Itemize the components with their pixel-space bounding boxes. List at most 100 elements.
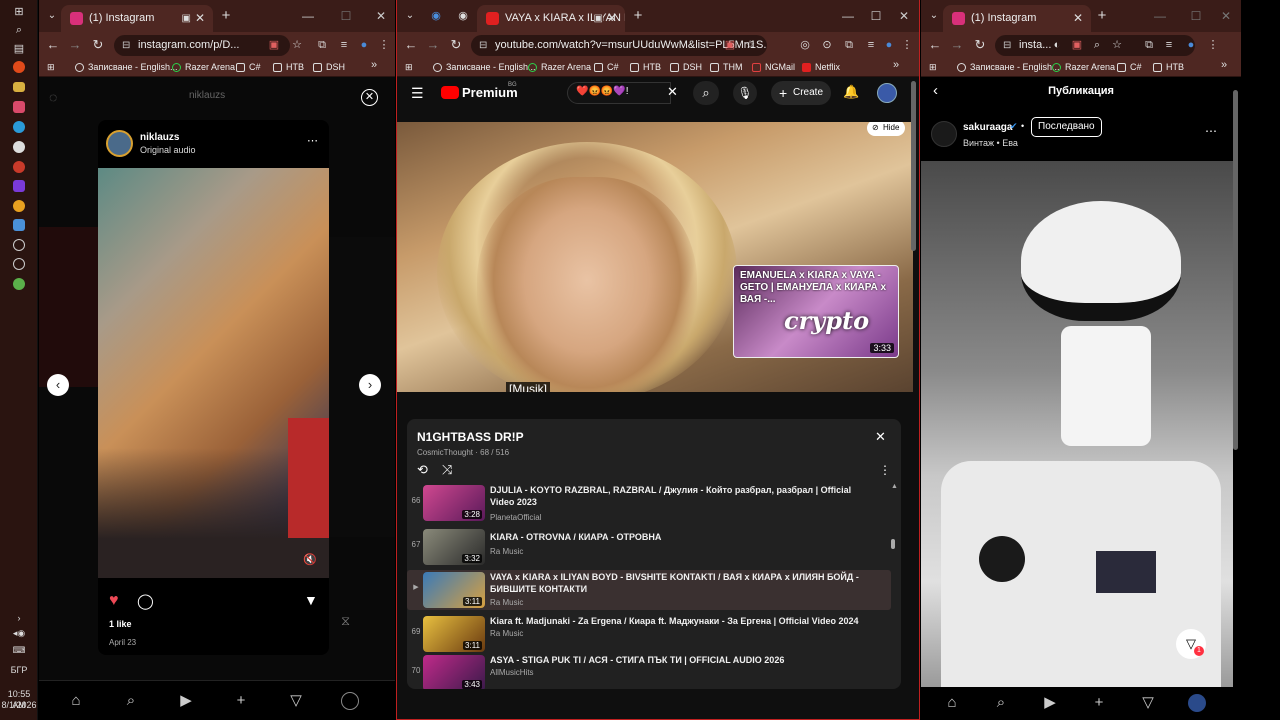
bookmark-star-icon[interactable]: ☆ — [742, 37, 758, 53]
search-icon[interactable]: ⌕ — [11, 22, 27, 38]
close-modal-icon[interactable]: ✕ — [361, 89, 378, 106]
maximize-button[interactable]: ☐ — [329, 0, 363, 32]
microphone-icon[interactable]: 🎙 — [733, 81, 757, 105]
search-icon[interactable]: ⌕ — [122, 692, 140, 710]
profile-icon[interactable]: ● — [356, 37, 372, 53]
playlist-item[interactable]: 70 3:43 ASYA - STIGA PUK TI / АСЯ - СТИГ… — [407, 653, 891, 689]
playlist-item[interactable]: 69 3:11 Kiara ft. Madjunaki - Za Ergena … — [407, 614, 891, 654]
page-scrollbar[interactable] — [911, 81, 916, 251]
scroll-up-icon[interactable]: ▲ — [891, 483, 898, 490]
avatar[interactable] — [106, 130, 133, 157]
chevron-up-icon[interactable]: › — [0, 613, 38, 624]
media-controls-icon[interactable]: ≡ — [336, 37, 352, 53]
pinned-tab-icon[interactable]: ◉ — [427, 8, 445, 26]
clock-date[interactable]: 8/1/2026 — [0, 700, 38, 711]
bookmark-folder[interactable]: C# — [1117, 59, 1142, 76]
close-window-button[interactable]: ✕ — [364, 0, 395, 32]
close-tab-icon[interactable]: ✕ — [1073, 5, 1083, 32]
playlist-item-current[interactable]: ▶ 3:11 VAYA x KIARA x ILIYAN BOYD - BIVS… — [407, 570, 891, 610]
post-audio[interactable]: Винтаж • Ева — [963, 138, 1018, 148]
search-button[interactable]: ⌕ — [693, 81, 719, 105]
avatar[interactable] — [877, 83, 897, 103]
tab-search-icon[interactable]: ⌄ — [925, 8, 943, 26]
search-input[interactable]: ❤️😡😡💜! — [567, 82, 671, 104]
tab-search-icon[interactable]: ⌄ — [43, 8, 61, 26]
comment-icon[interactable]: ◯ — [137, 592, 154, 610]
zoom-icon[interactable]: ⌕ — [1089, 37, 1105, 53]
mute-icon[interactable]: 🔇 — [303, 553, 317, 566]
reel-video[interactable]: 🔇 — [98, 168, 329, 578]
bookmark-star-icon[interactable]: ☆ — [289, 37, 305, 53]
profile-icon[interactable] — [341, 692, 359, 710]
extension-icon[interactable]: ◎ — [797, 37, 813, 53]
clear-search-icon[interactable]: ✕ — [667, 84, 678, 100]
home-icon[interactable]: ⌂ — [67, 692, 85, 710]
save-icon[interactable]: ▼ — [304, 592, 318, 608]
new-tab-button[interactable]: + — [217, 8, 235, 26]
language-indicator[interactable]: БГР — [0, 665, 38, 676]
create-button[interactable]: + Create — [771, 81, 831, 105]
more-options-icon[interactable]: ⋮ — [879, 463, 891, 477]
search-icon[interactable]: ⌕ — [992, 694, 1010, 712]
close-window-button[interactable]: ✕ — [887, 0, 919, 32]
media-icon[interactable]: ▣ — [593, 5, 603, 32]
avatar[interactable] — [931, 121, 957, 147]
chrome-active-icon[interactable] — [13, 278, 25, 290]
messages-icon[interactable]: ▽ — [1139, 694, 1157, 712]
hamburger-menu-icon[interactable]: ☰ — [411, 85, 424, 102]
like-icon[interactable]: ♥ — [109, 592, 119, 610]
address-bar[interactable]: ⊟ instagram.com/p/D... — [114, 35, 290, 56]
bookmark-item[interactable]: Записване - English... — [433, 59, 536, 76]
close-window-button[interactable]: ✕ — [1209, 0, 1241, 32]
playlist-title[interactable]: N1GHTBASS DR!P — [417, 430, 524, 444]
page-scrollbar[interactable] — [1233, 90, 1238, 450]
clock-icon[interactable] — [13, 258, 25, 270]
extension-icon-2[interactable]: ⊙ — [819, 37, 835, 53]
back-button[interactable]: ← — [45, 37, 61, 53]
forward-button[interactable]: → — [425, 37, 441, 53]
menu-icon[interactable]: ⋮ — [899, 37, 915, 53]
site-info-icon[interactable]: ⊟ — [1003, 35, 1011, 56]
loop-icon[interactable]: ⟲ — [417, 462, 428, 478]
minimize-button[interactable]: — — [291, 0, 325, 32]
likes-count[interactable]: 1 like — [109, 619, 132, 629]
home-icon[interactable]: ⌂ — [943, 694, 961, 712]
file-explorer-icon[interactable] — [13, 82, 25, 92]
keyboard-icon[interactable]: ⌨ — [0, 645, 38, 656]
apps-icon[interactable]: ⊞ — [405, 59, 413, 76]
media-controls-icon[interactable]: ≡ — [1161, 37, 1177, 53]
chrome-canary-icon[interactable] — [13, 200, 25, 212]
apps-icon[interactable]: ⊞ — [929, 59, 937, 76]
post-image[interactable]: ▽ 1 — [921, 161, 1233, 687]
bookmark-star-icon[interactable]: ☆ — [1109, 37, 1125, 53]
next-post-button[interactable]: › — [359, 374, 381, 396]
bookmark-folder[interactable]: HTB — [1153, 59, 1184, 76]
scrollbar-thumb[interactable] — [891, 539, 895, 549]
maximize-button[interactable]: ☐ — [1179, 0, 1213, 32]
direct-message-icon[interactable]: ⧖ — [341, 613, 350, 629]
youtube-logo-icon[interactable] — [441, 86, 459, 99]
reels-icon[interactable]: ▶ — [177, 692, 195, 710]
firefox-icon[interactable] — [13, 61, 25, 73]
bookmark-item[interactable]: Netflix — [802, 59, 840, 76]
extensions-icon[interactable]: ⧉ — [1141, 37, 1157, 53]
close-tab-icon[interactable]: ✕ — [195, 5, 205, 32]
bookmark-item[interactable]: Razer Arena — [1052, 59, 1115, 76]
new-tab-button[interactable]: + — [1093, 8, 1111, 26]
media-icon[interactable]: ▣ — [182, 5, 191, 32]
chrome-icon[interactable] — [13, 141, 25, 153]
bookmark-folder[interactable]: C# — [236, 59, 261, 76]
bookmark-folder[interactable]: DSH — [670, 59, 702, 76]
following-button[interactable]: Последвано — [1031, 117, 1102, 137]
onenote-icon[interactable] — [13, 180, 25, 192]
bookmark-folder[interactable]: DSH — [313, 59, 345, 76]
reload-button[interactable]: ↻ — [448, 37, 464, 53]
endscreen-card[interactable]: EMANUELA x KIARA x VAYA - GETO | ЕМАНУЕЛ… — [733, 265, 899, 358]
task-view-icon[interactable]: ▤ — [11, 41, 27, 57]
profile-icon[interactable] — [1188, 694, 1206, 712]
profile-icon[interactable]: ● — [1183, 37, 1199, 53]
more-bookmarks-icon[interactable]: » — [1221, 59, 1227, 71]
close-tab-icon[interactable]: ✕ — [607, 5, 617, 32]
playlist-item[interactable]: 67 3:32 KIARA - OTROVNA / КИАРА - ОТРОВН… — [407, 527, 891, 567]
tab-instagram[interactable]: (1) Instagram ▣ ✕ — [61, 5, 213, 32]
